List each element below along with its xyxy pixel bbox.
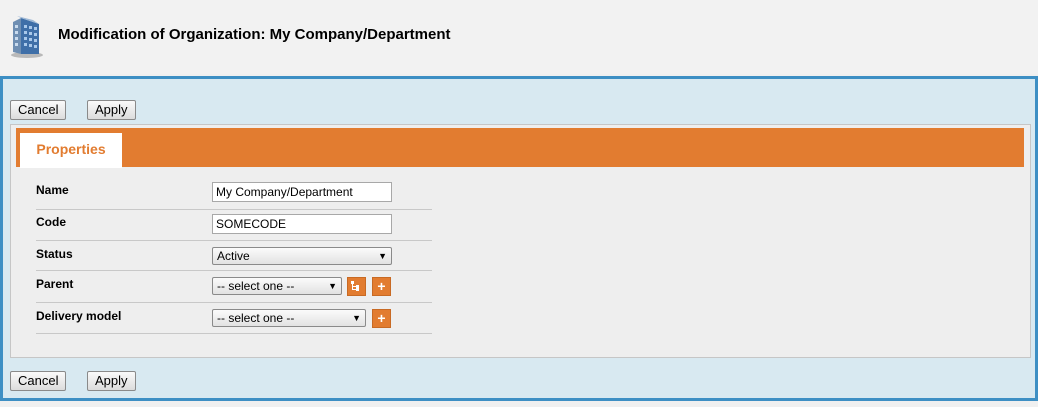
tab-bar: Properties	[16, 128, 1024, 168]
properties-panel: Properties Name My Company/Department Co…	[10, 124, 1031, 358]
chevron-down-icon: ▼	[352, 313, 361, 323]
apply-button-top[interactable]: Apply	[87, 100, 136, 120]
status-label: Status	[36, 247, 73, 261]
building-icon	[11, 16, 43, 58]
plus-icon: +	[377, 310, 386, 326]
code-label: Code	[36, 215, 66, 229]
status-select-value: Active	[217, 249, 250, 263]
code-field[interactable]: SOMECODE	[212, 214, 392, 234]
parent-select[interactable]: -- select one -- ▼	[212, 277, 342, 295]
parent-label: Parent	[36, 277, 74, 291]
tree-select-icon[interactable]	[347, 277, 366, 296]
add-delivery-model-button[interactable]: +	[372, 309, 391, 328]
status-row: Status Active ▼	[36, 241, 432, 271]
form-frame: Cancel Apply Properties Name My Company/…	[0, 76, 1038, 401]
delivery-model-row: Delivery model -- select one -- ▼ +	[36, 303, 432, 334]
cancel-button-bottom[interactable]: Cancel	[10, 371, 67, 391]
delivery-model-select[interactable]: -- select one -- ▼	[212, 309, 366, 327]
name-label: Name	[36, 183, 69, 197]
tab-properties[interactable]: Properties	[20, 133, 122, 168]
code-row: Code SOMECODE	[36, 210, 432, 241]
chevron-down-icon: ▼	[328, 281, 337, 291]
page-header: Modification of Organization: My Company…	[0, 0, 1038, 74]
name-row: Name My Company/Department	[36, 177, 432, 210]
apply-button-bottom[interactable]: Apply	[87, 371, 136, 391]
parent-row: Parent -- select one -- ▼ +	[36, 271, 432, 303]
delivery-model-label: Delivery model	[36, 309, 122, 323]
add-parent-button[interactable]: +	[372, 277, 391, 296]
parent-select-value: -- select one --	[217, 279, 295, 293]
page-title: Modification of Organization: My Company…	[58, 26, 451, 43]
status-select[interactable]: Active ▼	[212, 247, 392, 265]
delivery-model-select-value: -- select one --	[217, 311, 295, 325]
chevron-down-icon: ▼	[378, 251, 387, 261]
cancel-button-top[interactable]: Cancel	[10, 100, 67, 120]
name-field[interactable]: My Company/Department	[212, 182, 392, 202]
plus-icon: +	[377, 278, 386, 294]
